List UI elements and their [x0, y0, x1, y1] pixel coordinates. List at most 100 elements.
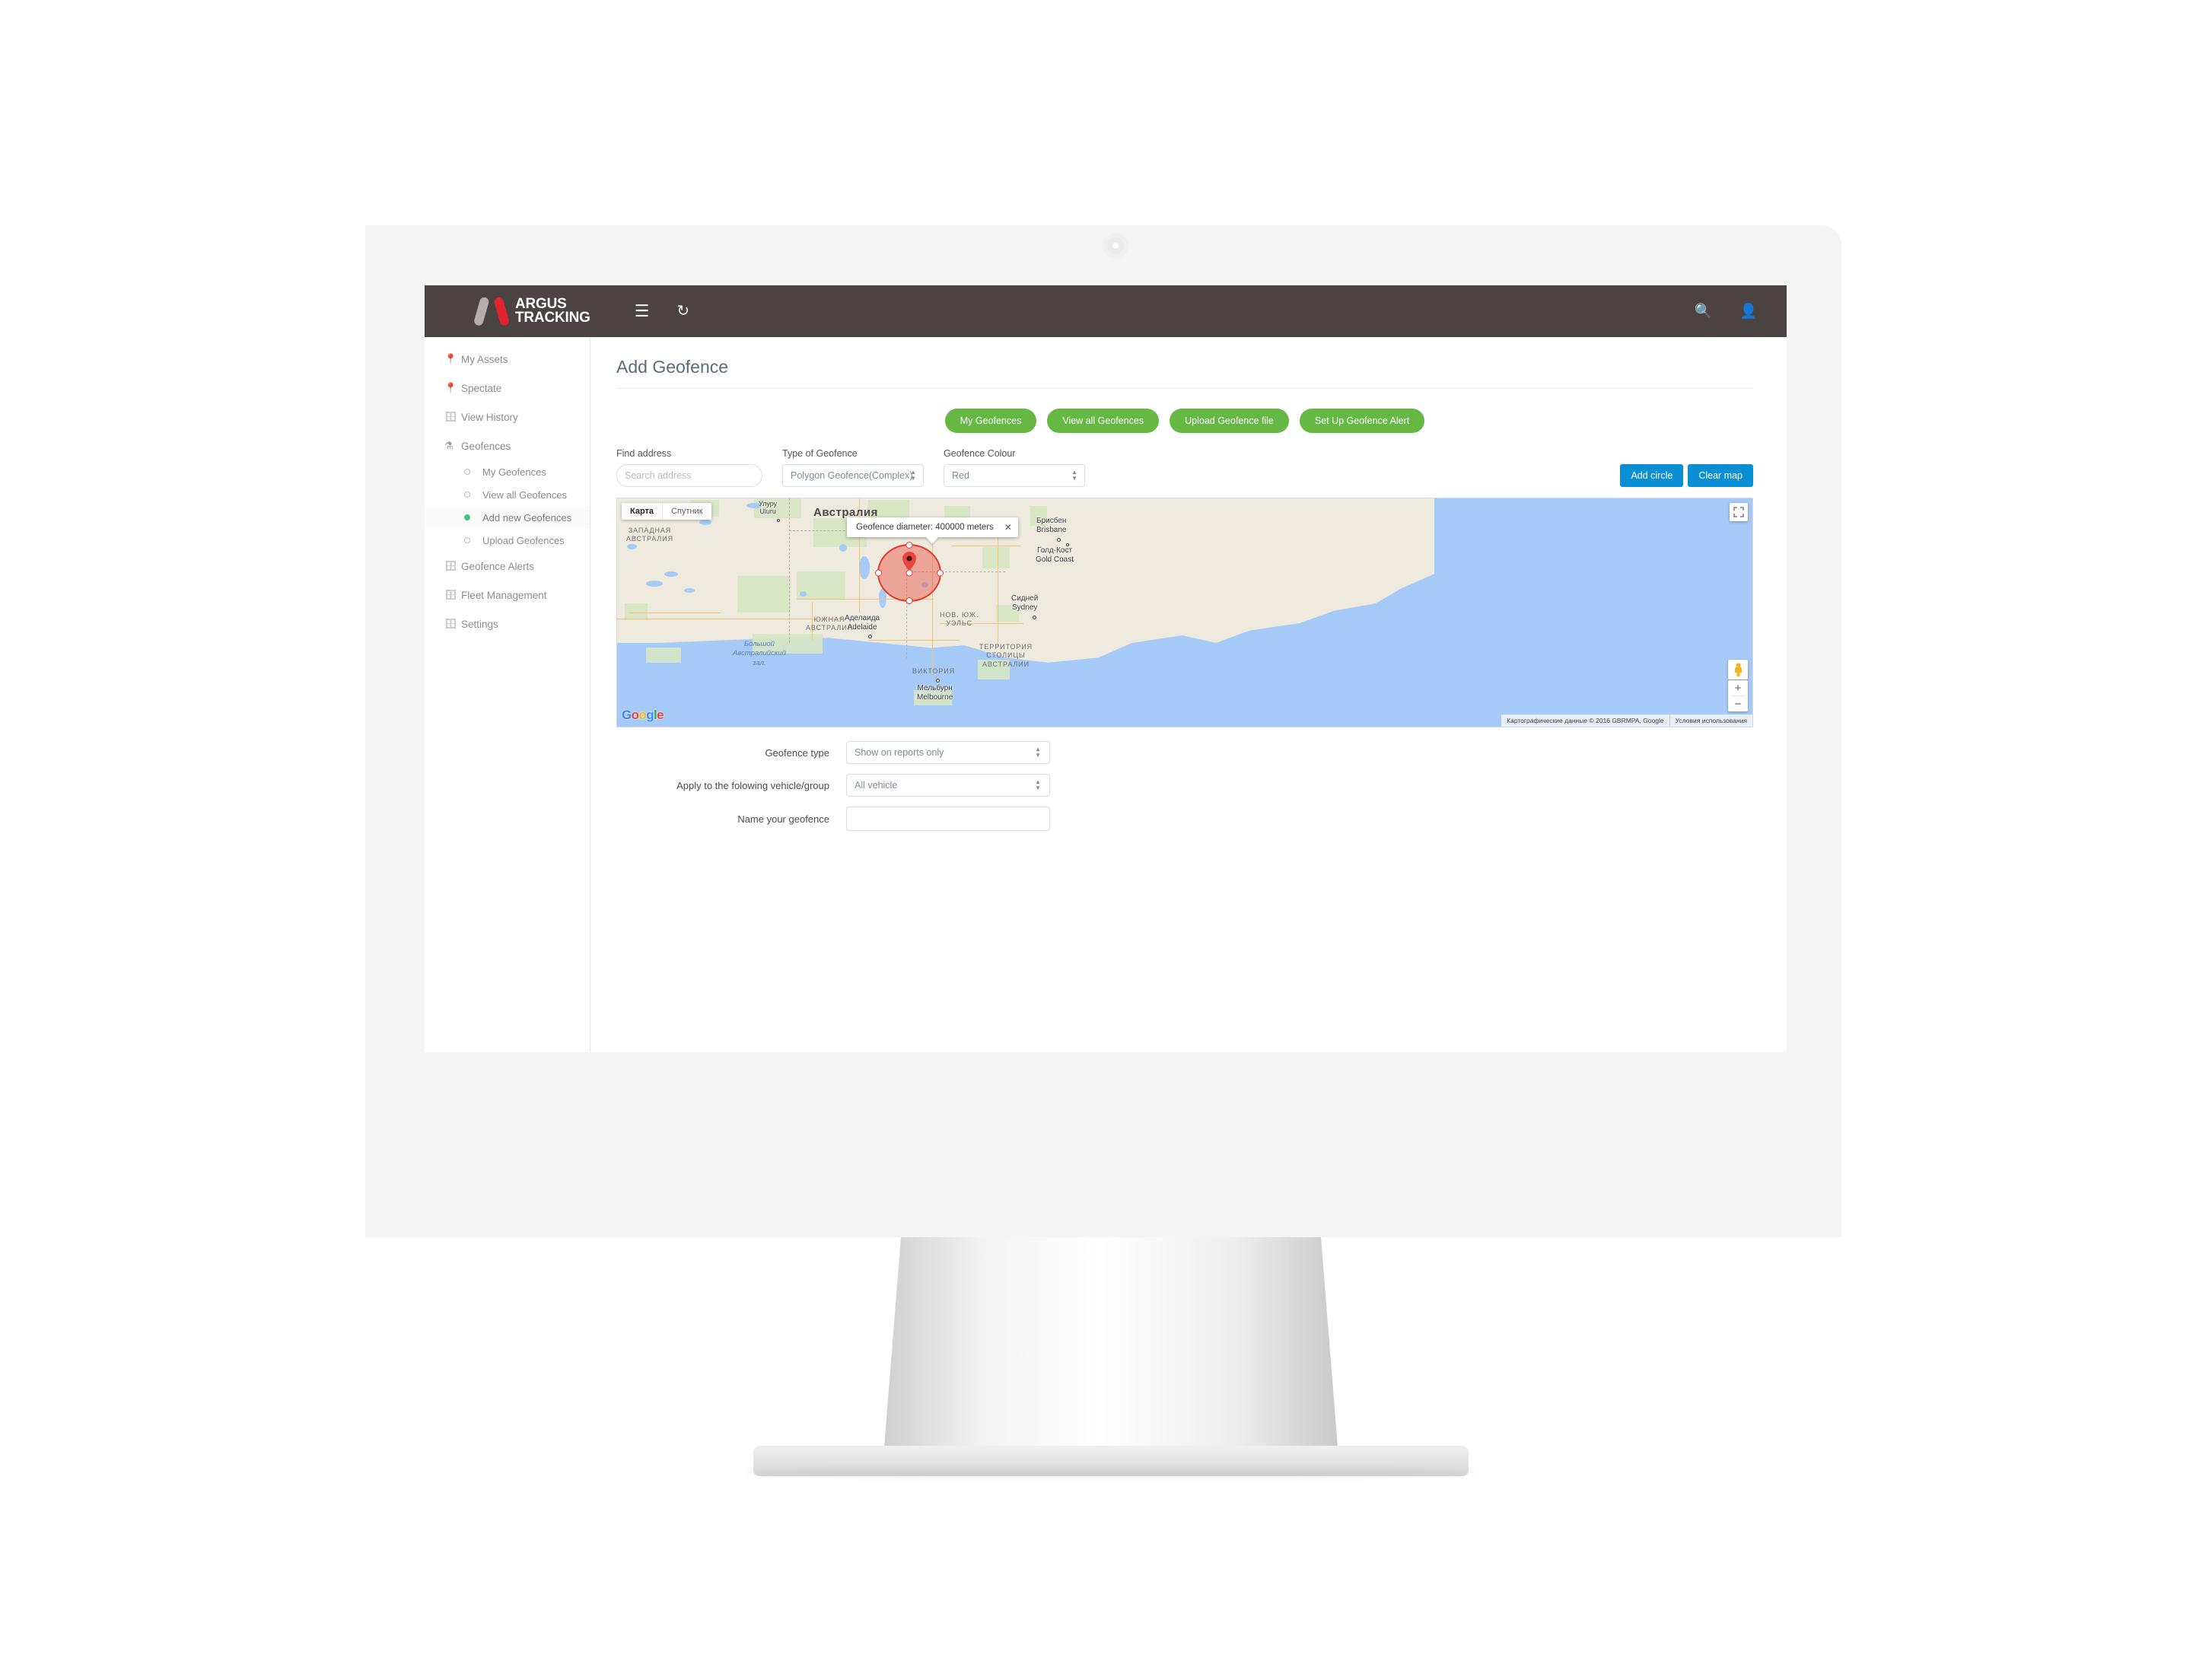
map-data-credit: Картографические данные © 2016 GBRMPA, G… — [1507, 717, 1664, 724]
upload-geofence-file-button[interactable]: Upload Geofence file — [1170, 409, 1289, 433]
tooltip-text: Geofence diameter: 400000 meters — [856, 523, 994, 532]
map-city-label: Голд-Кост Gold Coast — [1036, 546, 1074, 564]
zoom-out-button[interactable]: − — [1728, 696, 1748, 711]
archive-icon: 🗄 — [444, 589, 457, 600]
user-icon[interactable]: 👤 — [1739, 302, 1758, 320]
sidebar-item-settings[interactable]: 🗄 Settings — [425, 609, 590, 638]
sidebar-item-spectate[interactable]: 📍 Spectate — [425, 374, 590, 403]
clear-map-button[interactable]: Clear map — [1688, 464, 1753, 487]
map-city-dot — [1057, 538, 1061, 542]
geofence-circle[interactable] — [875, 542, 944, 604]
name-geofence-row: Name your geofence — [616, 807, 1753, 831]
monitor-stand-neck — [883, 1237, 1339, 1466]
hamburger-icon[interactable]: ☰ — [635, 303, 650, 320]
add-circle-button[interactable]: Add circle — [1620, 464, 1684, 487]
sidebar-subitem-label: Add new Geofences — [482, 511, 572, 524]
tooltip-arrow — [925, 536, 940, 544]
pegman-icon[interactable] — [1728, 660, 1748, 679]
bullet-icon — [464, 537, 470, 543]
geofence-colour-select[interactable]: Red — [944, 464, 1085, 487]
map-city-label: Брисбен Brisbane — [1036, 517, 1067, 534]
geofence-action-buttons: My Geofences View all Geofences Upload G… — [616, 409, 1753, 433]
map-type-map-button[interactable]: Карта — [622, 503, 664, 520]
sidebar-item-view-history[interactable]: 🗄 View History — [425, 403, 590, 431]
title-divider — [616, 388, 1753, 389]
apply-to-vehicle-select[interactable]: All vehicle ▲ ▼ — [846, 774, 1050, 797]
geofence-handle-center[interactable] — [905, 569, 913, 577]
map-sea-label: Большой Австралийский зал. — [733, 640, 786, 667]
map-action-buttons: Add circle Clear map — [1620, 464, 1753, 487]
sidebar-item-label: My Assets — [461, 353, 508, 365]
geofence-colour-label: Geofence Colour — [944, 448, 1016, 459]
sidebar: 📍 My Assets 📍 Spectate 🗄 View History ⚗ … — [425, 337, 590, 1052]
map-city-label: Улуру Uluru — [759, 500, 778, 516]
search-input[interactable] — [616, 464, 762, 487]
sidebar-item-label: Spectate — [461, 382, 502, 394]
archive-icon: 🗄 — [444, 560, 457, 571]
sidebar-item-view-all-geofences[interactable]: View all Geofences — [425, 483, 590, 506]
find-address-group: Find address — [616, 448, 762, 487]
geofence-type-value: Show on reports only — [855, 747, 944, 758]
chevron-updown-icon: ▲ ▼ — [1035, 778, 1041, 791]
zoom-in-button[interactable]: + — [1728, 680, 1748, 695]
search-icon[interactable]: 🔍 — [1695, 302, 1713, 320]
close-icon[interactable]: ✕ — [1004, 523, 1012, 532]
geofence-handle-right[interactable] — [937, 569, 944, 577]
bullet-icon — [464, 469, 470, 475]
geofence-handle-bottom[interactable] — [905, 597, 913, 604]
sidebar-item-label: Settings — [461, 618, 498, 630]
my-geofences-button[interactable]: My Geofences — [944, 409, 1037, 433]
sidebar-item-upload-geofences[interactable]: Upload Geofences — [425, 529, 590, 552]
flask-icon: ⚗ — [444, 440, 454, 451]
name-geofence-input[interactable] — [846, 807, 1050, 831]
sidebar-item-add-new-geofences[interactable]: Add new Geofences — [425, 506, 590, 529]
type-of-geofence-select[interactable]: Polygon Geofence(Complex) — [782, 464, 924, 487]
map-type-satellite-button[interactable]: Спутник — [663, 503, 711, 520]
chevron-updown-icon: ▲ ▼ — [1071, 469, 1077, 482]
header-actions: 🔍 👤 — [1695, 285, 1758, 337]
map-terms-link[interactable]: Условия использования — [1670, 714, 1752, 727]
brand-logo[interactable]: ARGUS TRACKING — [473, 296, 590, 327]
apply-to-vehicle-label: Apply to the folowing vehicle/group — [676, 779, 829, 791]
geofence-handle-top[interactable] — [905, 542, 913, 549]
map-city-dot — [936, 679, 940, 683]
sidebar-item-label: Geofences — [461, 440, 511, 452]
map-city-dot — [1033, 616, 1036, 619]
brand-line2: TRACKING — [515, 310, 590, 326]
sidebar-item-my-geofences[interactable]: My Geofences — [425, 460, 590, 483]
map-zoom-control: + − — [1728, 680, 1748, 711]
map-city-label: Сидней Sydney — [1011, 594, 1039, 612]
sidebar-subitem-label: My Geofences — [482, 466, 546, 478]
sidebar-item-geofences[interactable]: ⚗ Geofences — [425, 431, 590, 460]
type-of-geofence-label: Type of Geofence — [782, 448, 858, 459]
map-pin-icon: 📍 — [444, 353, 457, 364]
find-address-label: Find address — [616, 448, 672, 459]
sidebar-item-my-assets[interactable]: 📍 My Assets — [425, 345, 590, 374]
bullet-icon — [464, 492, 470, 498]
fullscreen-icon[interactable] — [1730, 503, 1748, 521]
app-body: 📍 My Assets 📍 Spectate 🗄 View History ⚗ … — [425, 337, 1787, 1052]
map-region-label: ЗАПАДНАЯ АВСТРАЛИЯ — [626, 527, 673, 543]
archive-icon: 🗄 — [444, 618, 457, 629]
app-header: ARGUS TRACKING ☰ ↻ 🔍 👤 — [425, 285, 1787, 337]
set-up-geofence-alert-button[interactable]: Set Up Geofence Alert — [1299, 409, 1425, 433]
map-canvas[interactable]: Австралия ЗАПАДНАЯ АВСТРАЛИЯ ЮЖНАЯ АВСТРАЛ… — [616, 498, 1753, 727]
monitor-shadow — [746, 1469, 1476, 1478]
sidebar-subitem-label: View all Geofences — [482, 489, 568, 501]
sidebar-item-geofence-alerts[interactable]: 🗄 Geofence Alerts — [425, 552, 590, 581]
refresh-icon[interactable]: ↻ — [676, 304, 689, 319]
sidebar-item-label: Fleet Management — [461, 589, 547, 601]
geofence-type-label: Geofence type — [765, 746, 829, 759]
type-of-geofence-group: Type of Geofence Polygon Geofence(Comple… — [782, 448, 924, 487]
map-type-control: Карта Спутник — [622, 503, 711, 520]
sidebar-item-fleet-management[interactable]: 🗄 Fleet Management — [425, 581, 590, 609]
geofence-type-select[interactable]: Show on reports only ▲ ▼ — [846, 741, 1050, 764]
map-region-label: НОВ. ЮЖ. УЭЛЬС — [940, 611, 979, 628]
apply-to-vehicle-value: All vehicle — [855, 780, 898, 791]
view-all-geofences-button[interactable]: View all Geofences — [1047, 409, 1160, 433]
sidebar-item-label: Geofence Alerts — [461, 560, 535, 572]
map-region-label: ВИКТОРИЯ — [912, 667, 955, 675]
map-city-dot — [1066, 543, 1069, 546]
chevron-updown-icon: ▲ ▼ — [910, 469, 916, 482]
geofence-handle-left[interactable] — [875, 569, 882, 577]
